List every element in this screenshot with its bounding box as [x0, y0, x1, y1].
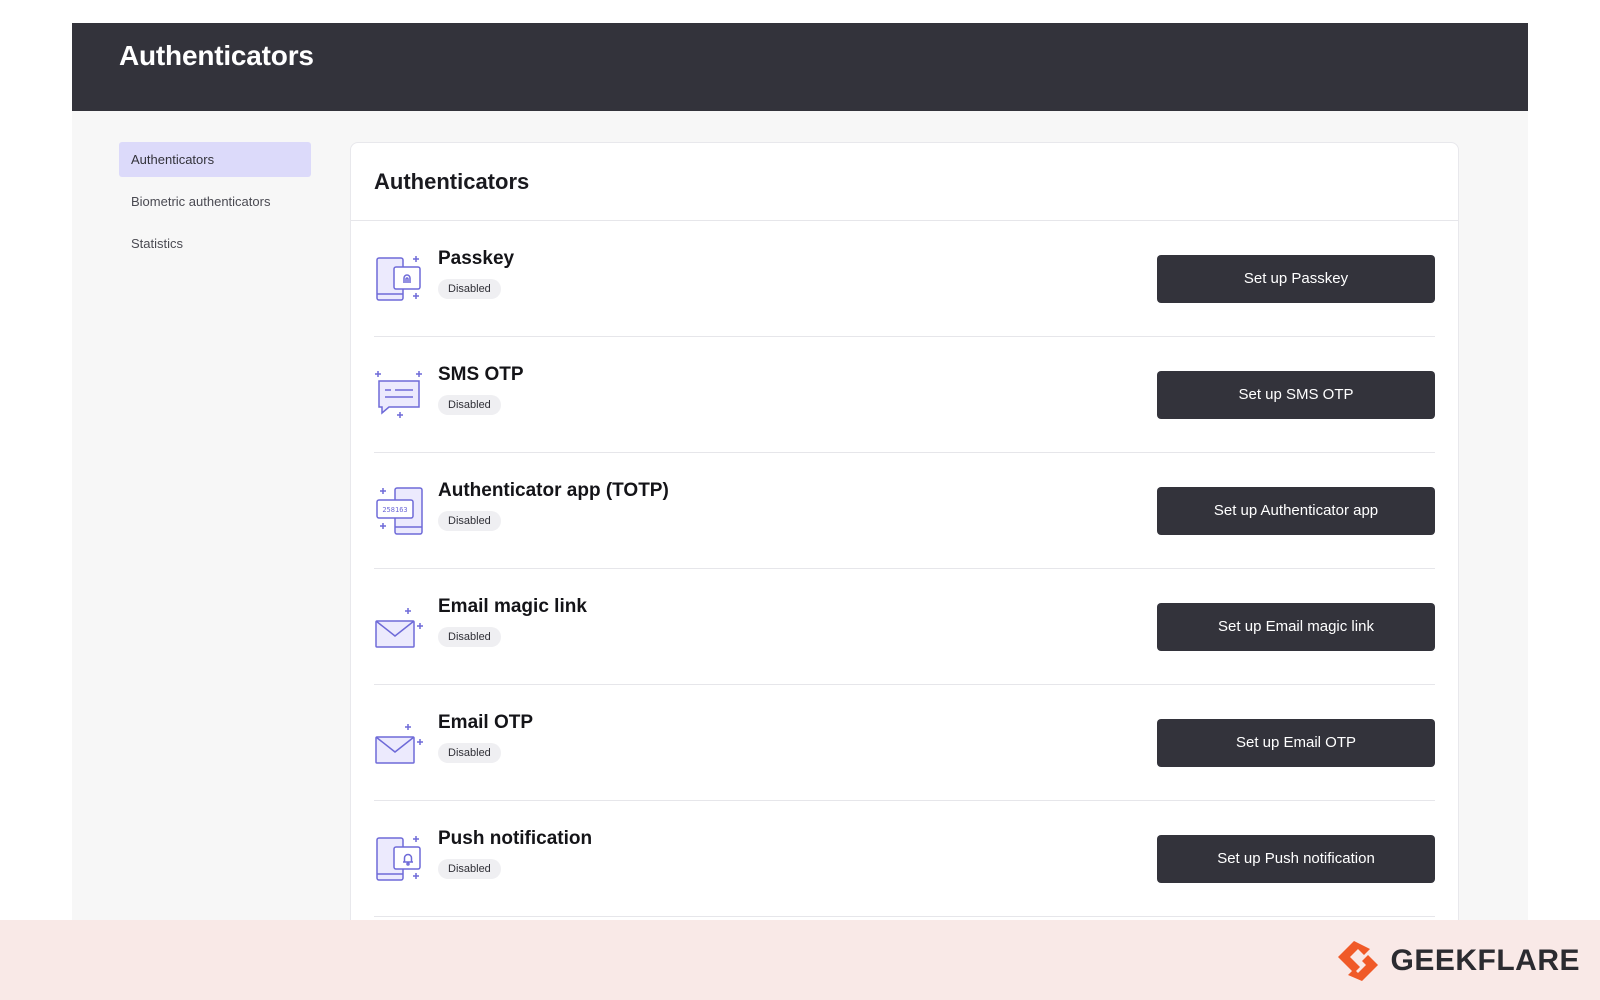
passkey-icon [374, 253, 426, 305]
setup-email-magic-link-button[interactable]: Set up Email magic link [1157, 602, 1435, 651]
authenticator-app-icon: 258163 [374, 485, 426, 537]
sidebar-item-authenticators[interactable]: Authenticators [119, 142, 311, 177]
totp-code-text: 258163 [382, 506, 407, 514]
authenticator-name: SMS OTP [438, 364, 524, 385]
sidebar-item-label: Statistics [131, 236, 184, 251]
sidebar-item-biometric-authenticators[interactable]: Biometric authenticators [119, 184, 311, 219]
authenticator-row-sms-otp: SMS OTP Disabled Set up SMS OTP [374, 337, 1435, 453]
authenticator-name: Email OTP [438, 712, 534, 733]
authenticator-row-email-otp: Email OTP Disabled Set up Email OTP [374, 685, 1435, 801]
status-badge: Disabled [438, 743, 501, 763]
brand-name: GEEKFLARE [1390, 944, 1580, 977]
app-window: Authenticators Authenticators Biometric … [72, 23, 1528, 920]
envelope-icon [374, 717, 426, 769]
page-title: Authenticators [119, 40, 314, 71]
panel-title: Authenticators [351, 143, 1458, 221]
authenticator-row-email-magic-link: Email magic link Disabled Set up Email m… [374, 569, 1435, 685]
status-badge: Disabled [438, 279, 501, 299]
push-notification-icon [374, 833, 426, 885]
brand: GEEKFLARE [1334, 937, 1580, 985]
sidebar: Authenticators Biometric authenticators … [119, 142, 311, 268]
sms-message-icon [374, 369, 426, 421]
sidebar-item-statistics[interactable]: Statistics [119, 226, 311, 261]
authenticator-row-passkey: Passkey Disabled Set up Passkey [374, 221, 1435, 337]
setup-authenticator-app-button[interactable]: Set up Authenticator app [1157, 486, 1435, 535]
authenticators-panel: Authenticators Passkey Disabled Set up P… [350, 142, 1459, 920]
authenticator-row-push-notification: Push notification Disabled Set up Push n… [374, 801, 1435, 917]
status-badge: Disabled [438, 511, 501, 531]
status-badge: Disabled [438, 627, 501, 647]
geekflare-logo-icon [1338, 941, 1379, 981]
envelope-icon [374, 601, 426, 653]
sidebar-item-label: Authenticators [131, 152, 215, 167]
authenticator-list: Passkey Disabled Set up Passkey SMS OTP … [351, 221, 1458, 917]
authenticator-row-totp: 258163 Authenticator app (TOTP) Disabled… [374, 453, 1435, 569]
status-badge: Disabled [438, 859, 501, 879]
setup-email-otp-button[interactable]: Set up Email OTP [1157, 718, 1435, 767]
app-header: Authenticators [72, 23, 1528, 111]
sidebar-item-label: Biometric authenticators [131, 194, 271, 209]
authenticator-name: Passkey [438, 248, 515, 269]
authenticator-name: Push notification [438, 828, 593, 849]
setup-push-notification-button[interactable]: Set up Push notification [1157, 834, 1435, 883]
authenticator-name: Email magic link [438, 596, 587, 617]
branding-footer: GEEKFLARE [0, 920, 1600, 1000]
setup-sms-otp-button[interactable]: Set up SMS OTP [1157, 370, 1435, 419]
status-badge: Disabled [438, 395, 501, 415]
setup-passkey-button[interactable]: Set up Passkey [1157, 254, 1435, 303]
authenticator-name: Authenticator app (TOTP) [438, 480, 669, 501]
